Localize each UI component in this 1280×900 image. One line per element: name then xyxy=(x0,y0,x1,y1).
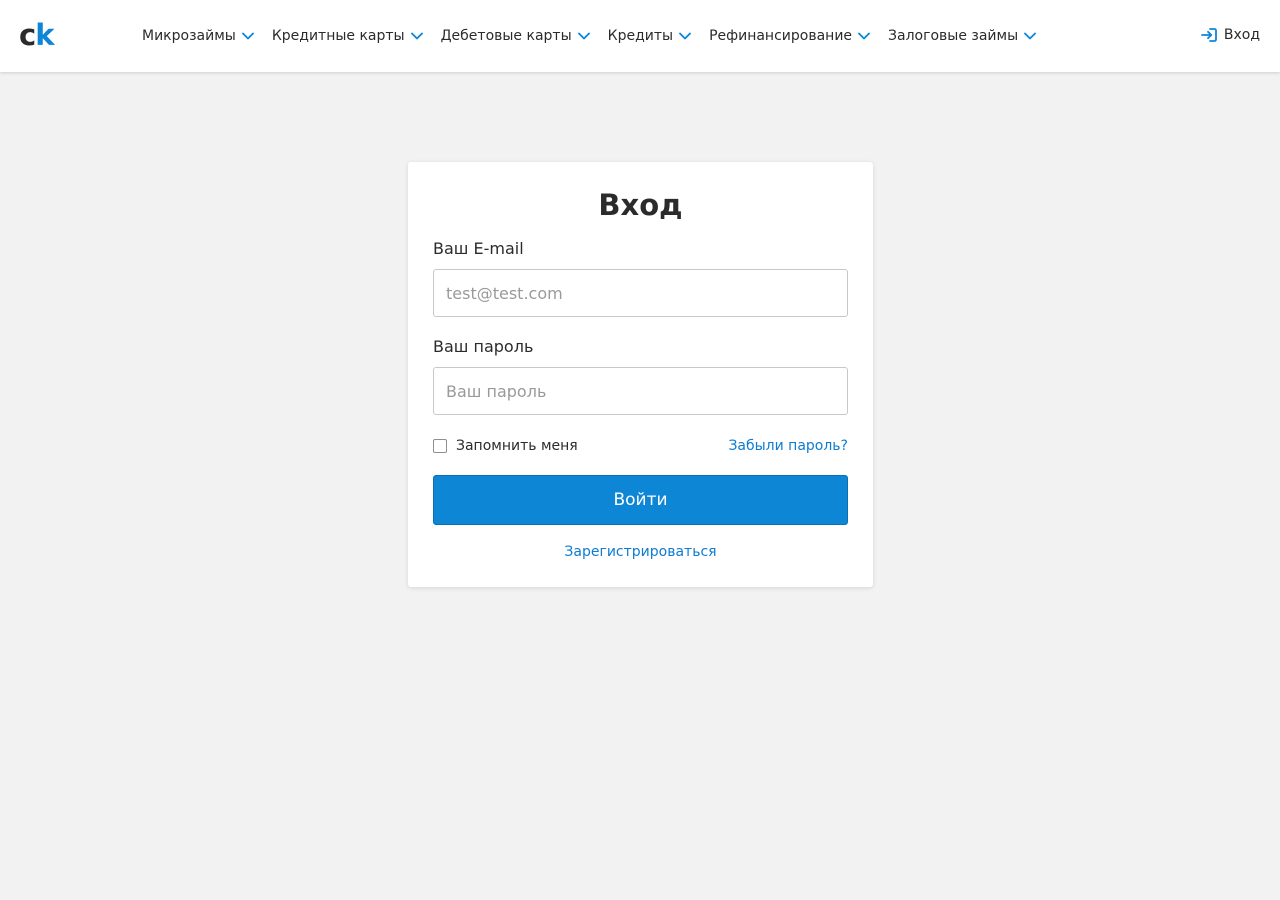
header-login-label: Вход xyxy=(1223,27,1260,43)
chevron-down-icon xyxy=(241,32,254,40)
logo-letter-k: k xyxy=(35,18,54,52)
header-login-link[interactable]: Вход xyxy=(1200,27,1260,43)
nav-item-label: Кредитные карты xyxy=(271,28,405,44)
nav-item-credits[interactable]: Кредиты xyxy=(608,28,691,44)
password-field[interactable] xyxy=(433,367,848,415)
site-logo[interactable]: ck xyxy=(19,18,55,52)
logo-letter-c: c xyxy=(19,18,36,52)
nav-item-refinancing[interactable]: Рефинансирование xyxy=(709,28,870,44)
password-label: Ваш пароль xyxy=(433,337,534,356)
forgot-password-link[interactable]: Забыли пароль? xyxy=(728,438,848,454)
email-field[interactable] xyxy=(433,269,848,317)
nav-item-label: Рефинансирование xyxy=(709,28,853,44)
sign-in-icon xyxy=(1200,28,1217,42)
chevron-down-icon xyxy=(577,32,590,40)
chevron-down-icon xyxy=(1024,32,1037,40)
nav-item-label: Залоговые займы xyxy=(888,28,1019,44)
remember-me-checkbox[interactable] xyxy=(433,439,447,453)
chevron-down-icon xyxy=(858,32,870,40)
remember-row: Запомнить меня Забыли пароль? xyxy=(433,435,848,457)
remember-me[interactable]: Запомнить меня xyxy=(433,438,578,454)
chevron-down-icon xyxy=(679,32,691,40)
login-card: Вход Ваш E-mail Ваш пароль Запомнить мен… xyxy=(408,162,873,587)
nav-item-label: Кредиты xyxy=(607,28,674,44)
nav-item-debit-cards[interactable]: Дебетовые карты xyxy=(441,28,590,44)
nav-item-label: Микрозаймы xyxy=(142,28,236,44)
email-label: Ваш E-mail xyxy=(433,239,524,258)
nav-item-secured-loans[interactable]: Залоговые займы xyxy=(888,28,1037,44)
nav-item-credit-cards[interactable]: Кредитные карты xyxy=(272,28,423,44)
login-title: Вход xyxy=(598,188,683,222)
nav-item-microloans[interactable]: Микрозаймы xyxy=(142,28,254,44)
register-link[interactable]: Зарегистрироваться xyxy=(433,544,848,560)
main-nav: Микрозаймы Кредитные карты Дебетовые кар… xyxy=(142,0,1054,72)
remember-me-label: Запомнить меня xyxy=(456,438,578,454)
login-submit-button[interactable]: Войти xyxy=(433,475,848,525)
chevron-down-icon xyxy=(410,32,423,40)
nav-item-label: Дебетовые карты xyxy=(440,28,572,44)
site-header: ck Микрозаймы Кредитные карты Дебетовые … xyxy=(0,0,1280,72)
